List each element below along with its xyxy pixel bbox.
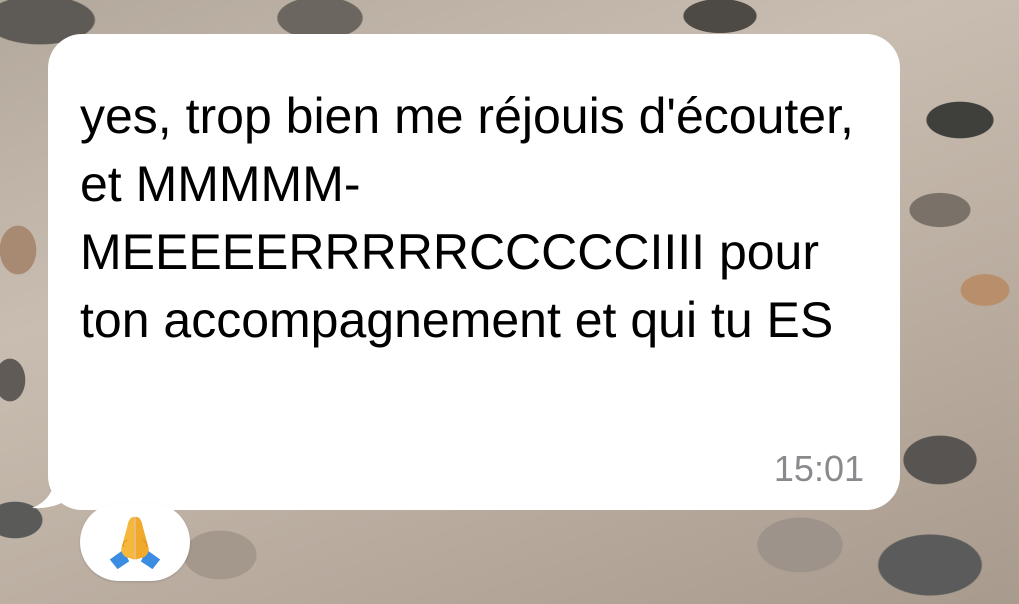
- message-timestamp: 15:01: [773, 448, 864, 489]
- reaction-badge[interactable]: [80, 503, 190, 581]
- message-text: yes, trop bien me réjouis d'écouter, et …: [80, 88, 854, 348]
- folded-hands-icon: [109, 516, 161, 570]
- message-bubble[interactable]: yes, trop bien me réjouis d'écouter, et …: [48, 34, 900, 510]
